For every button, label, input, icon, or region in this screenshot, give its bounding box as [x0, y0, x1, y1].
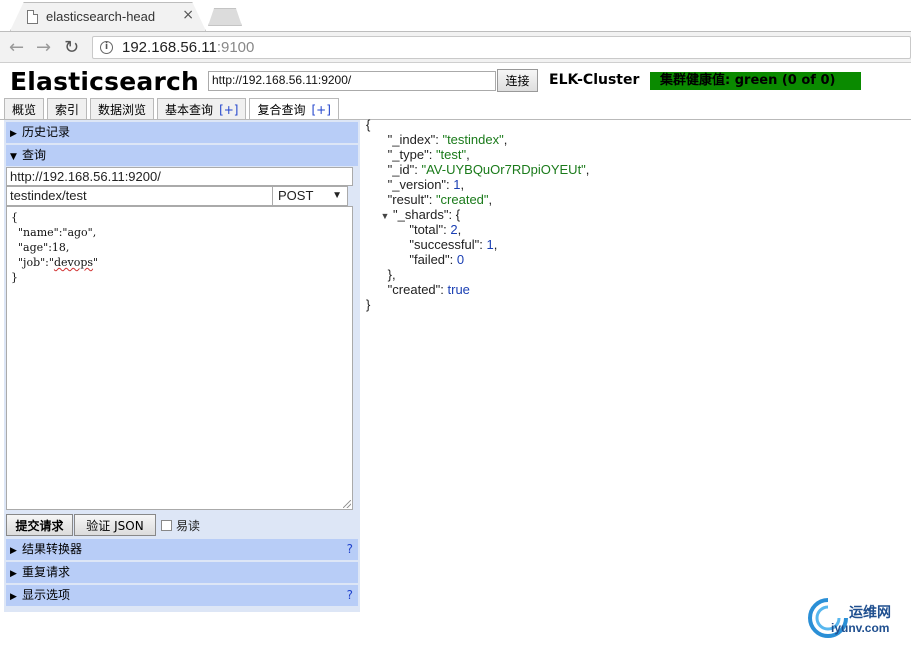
document-icon	[27, 9, 38, 24]
json-line: "result": "created",	[387, 192, 493, 207]
new-tab-button[interactable]	[208, 8, 242, 26]
info-icon[interactable]: i	[100, 41, 113, 54]
url-port: :9100	[216, 39, 255, 56]
history-section-header[interactable]: ▶ 历史记录	[6, 122, 358, 143]
method-select[interactable]: POST ▼	[272, 186, 348, 206]
response-output: { "_index": "testindex", "_type": "test"…	[366, 117, 906, 312]
tab-overview[interactable]: 概览	[4, 98, 45, 120]
json-line: "_index": "testindex",	[387, 132, 508, 147]
add-basic-query-button[interactable]: [+]	[219, 103, 238, 117]
browser-tab-content[interactable]: elasticsearch-head ×	[10, 2, 206, 31]
json-line: }	[366, 297, 371, 312]
reload-icon[interactable]: ↻	[64, 37, 79, 58]
json-line: "total": 2,	[409, 222, 462, 237]
easy-read-toggle[interactable]: 易读	[161, 517, 200, 534]
request-path-input[interactable]: testindex/test	[6, 186, 273, 206]
spellcheck-word: devops	[53, 256, 94, 269]
collapse-triangle-icon[interactable]: ▼	[380, 211, 389, 221]
back-arrow-icon[interactable]: ←	[9, 37, 24, 58]
json-line: "_id": "AV-UYBQuOr7RDpiOYEUt",	[387, 162, 590, 177]
validate-json-button[interactable]: 验证 JSON	[74, 514, 156, 536]
resize-grip-icon[interactable]	[343, 500, 351, 508]
request-body-textarea[interactable]: { "name":"ago", "age":18, "job":"devops"…	[6, 206, 353, 510]
help-icon[interactable]: ?	[347, 585, 353, 606]
tab-indices[interactable]: 索引	[47, 98, 88, 120]
triangle-right-icon: ▶	[10, 546, 17, 556]
help-icon[interactable]: ?	[347, 539, 353, 560]
triangle-right-icon: ▶	[10, 592, 17, 602]
close-icon[interactable]: ×	[182, 7, 194, 23]
cluster-name: ELK-Cluster	[549, 72, 640, 88]
forward-arrow-icon[interactable]: →	[36, 37, 51, 58]
json-line: "failed": 0	[409, 252, 465, 267]
cluster-url-input[interactable]: http://192.168.56.11:9200/	[208, 71, 496, 91]
display-options-section-header[interactable]: ▶ 显示选项 ?	[6, 585, 358, 606]
method-value: POST	[278, 188, 314, 203]
body-line: "name":"ago",	[11, 226, 97, 239]
query-section-header[interactable]: ▼ 查询	[6, 145, 358, 166]
triangle-right-icon: ▶	[10, 569, 17, 579]
browser-toolbar: ← → ↻ i 192.168.56.11:9100	[0, 31, 911, 63]
triangle-right-icon: ▶	[10, 129, 17, 139]
submit-request-button[interactable]: 提交请求	[6, 514, 73, 536]
body-line: }	[11, 271, 18, 284]
result-transformer-section-header[interactable]: ▶ 结果转换器 ?	[6, 539, 358, 560]
app-tabs: 概览 索引 数据浏览 基本查询 [+] 复合查询 [+]	[4, 98, 342, 121]
json-line: "successful": 1,	[409, 237, 498, 252]
body-line: {	[11, 211, 18, 224]
add-compound-query-button[interactable]: [+]	[312, 103, 331, 117]
address-bar[interactable]: i 192.168.56.11:9100	[92, 36, 911, 59]
connect-button[interactable]: 连接	[497, 69, 538, 92]
request-url-input[interactable]: http://192.168.56.11:9200/	[6, 167, 353, 186]
tab-compound-query[interactable]: 复合查询 [+]	[249, 98, 339, 121]
caret-down-icon: ▼	[332, 190, 342, 201]
tab-browser[interactable]: 数据浏览	[90, 98, 155, 120]
json-line: },	[387, 267, 396, 282]
watermark-en: iyunv.com	[831, 621, 890, 635]
body-line: "job":"devops"	[11, 256, 99, 269]
json-line: ▼ "_shards": {	[380, 207, 461, 222]
cluster-health-badge: 集群健康值: green (0 of 0)	[650, 72, 861, 90]
json-line: "_type": "test",	[387, 147, 470, 162]
browser-tabstrip: elasticsearch-head ×	[0, 0, 911, 31]
watermark-cn: 运维网	[849, 605, 891, 621]
repeat-request-section-header[interactable]: ▶ 重复请求	[6, 562, 358, 583]
json-line: "_version": 1,	[387, 177, 465, 192]
easy-read-label: 易读	[176, 519, 201, 533]
browser-tab-title: elasticsearch-head	[46, 9, 156, 24]
body-line: "age":18,	[11, 241, 70, 254]
tab-basic-query[interactable]: 基本查询 [+]	[157, 98, 247, 120]
url-host: 192.168.56.11	[122, 39, 217, 56]
watermark-logo: 运维网 iyunv.com	[806, 596, 911, 641]
app-title: Elasticsearch	[10, 67, 199, 96]
json-line: "created": true	[387, 282, 470, 297]
easy-read-checkbox[interactable]	[161, 520, 172, 531]
triangle-down-icon: ▼	[10, 152, 17, 162]
json-line: {	[366, 117, 371, 132]
